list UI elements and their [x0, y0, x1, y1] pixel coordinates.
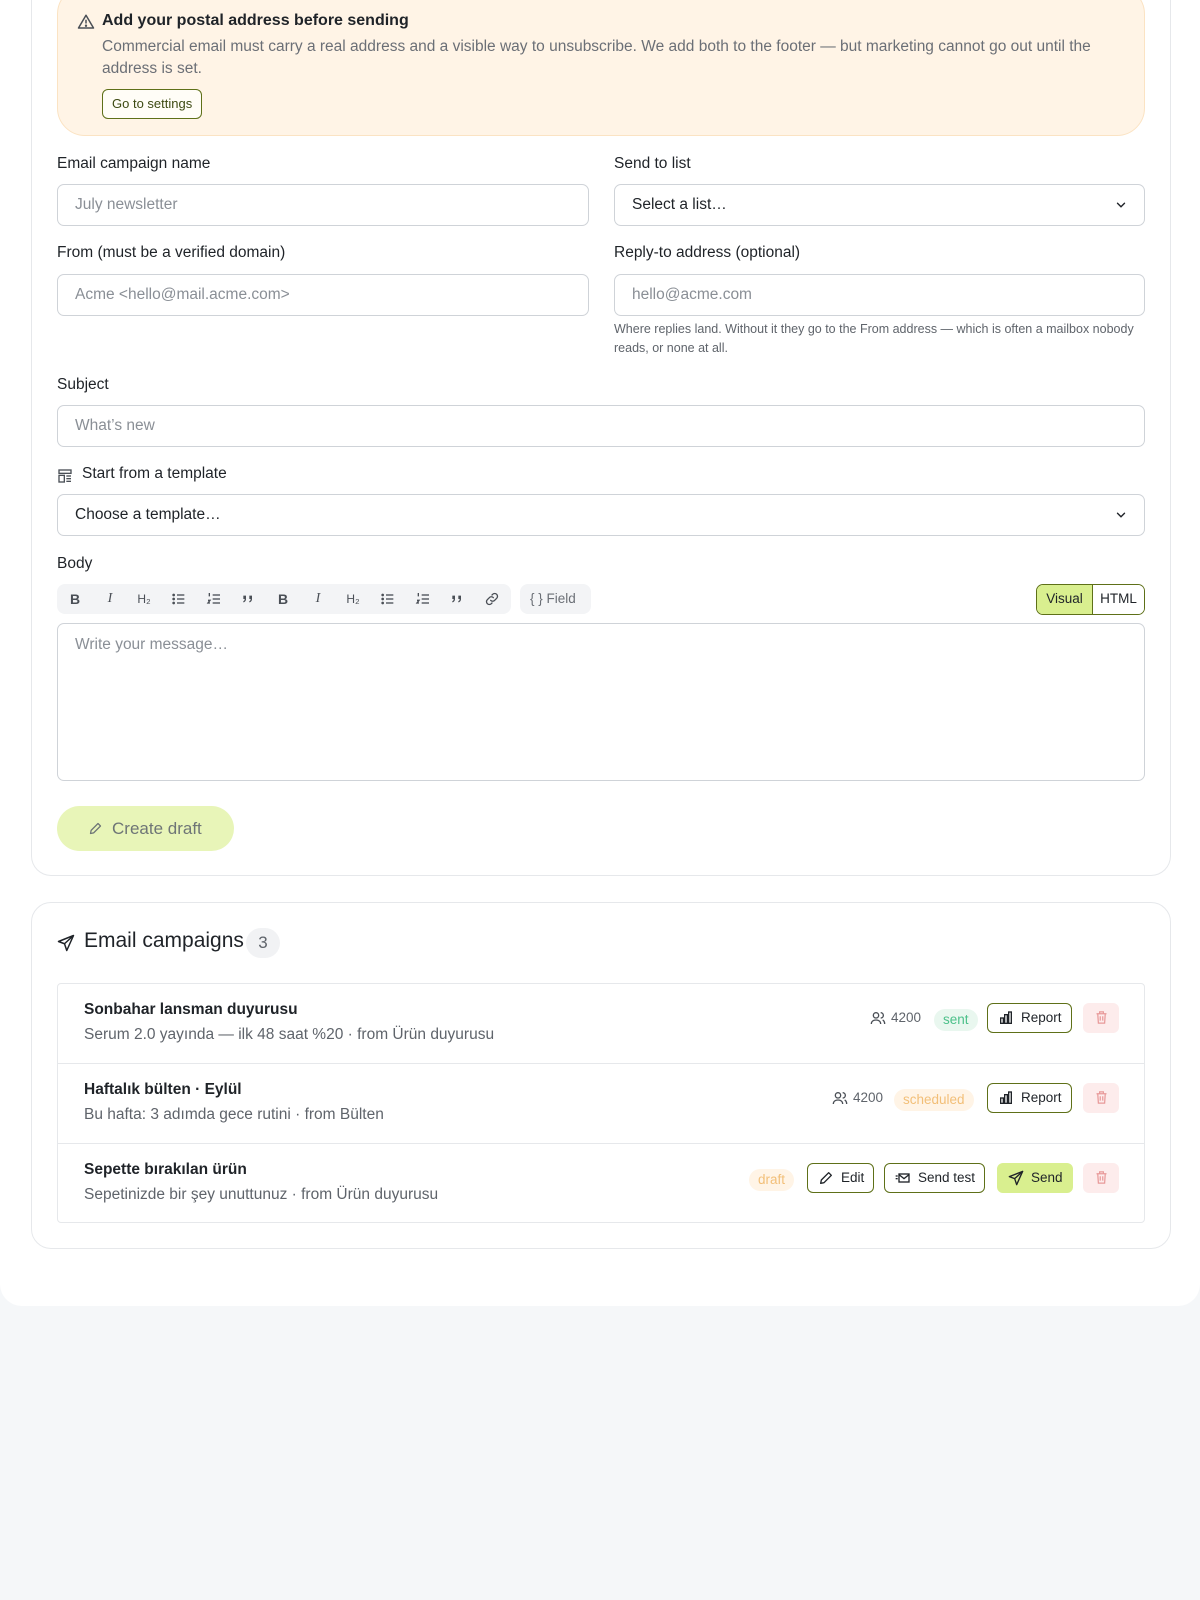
- users-icon: [832, 1092, 848, 1105]
- send-to-list-value: Select a list…: [632, 196, 727, 213]
- reply-to-label: Reply-to address (optional): [614, 244, 801, 261]
- italic-icon[interactable]: I: [310, 591, 326, 607]
- status-badge: scheduled: [894, 1089, 974, 1111]
- subject-label: Subject: [57, 376, 109, 393]
- campaign-subtitle: Serum 2.0 yayında — ilk 48 saat %20 · fr…: [84, 1026, 495, 1043]
- edit-button[interactable]: Edit: [807, 1163, 875, 1193]
- pencil-icon: [820, 1172, 832, 1184]
- template-select[interactable]: Choose a template…: [57, 494, 1145, 536]
- from-input[interactable]: Acme <hello@mail.acme.com>: [57, 274, 589, 316]
- send-button[interactable]: Send: [997, 1163, 1073, 1193]
- test-mail-icon: [895, 1173, 910, 1183]
- go-to-settings-button[interactable]: Go to settings: [102, 89, 203, 119]
- warning-title: Add your postal address before sending: [102, 12, 409, 29]
- from-label: From (must be a verified domain): [57, 244, 286, 261]
- italic-icon[interactable]: I: [102, 591, 118, 607]
- heading-icon[interactable]: H₂: [136, 591, 152, 607]
- send-icon: [1008, 1170, 1024, 1186]
- subject-input[interactable]: What’s new: [57, 405, 1145, 447]
- report-button[interactable]: Report: [987, 1083, 1072, 1113]
- create-draft-label: Create draft: [112, 819, 202, 838]
- bold-icon[interactable]: B: [275, 591, 291, 607]
- campaign-row[interactable]: Sonbahar lansman duyurusu Serum 2.0 yayı…: [58, 984, 1144, 1064]
- send-icon: [57, 934, 75, 952]
- campaign-subtitle: Bu hafta: 3 adımda gece rutini · from Bü…: [84, 1106, 384, 1123]
- chevron-down-icon: [1116, 512, 1126, 518]
- chevron-down-icon: [1116, 202, 1126, 208]
- template-icon: [58, 469, 72, 483]
- trash-icon: [1096, 1011, 1107, 1024]
- reply-to-help: Where replies land. Without it they go t…: [614, 322, 1134, 355]
- send-to-list-select[interactable]: Select a list…: [614, 184, 1145, 226]
- bar-chart-icon: [1000, 1091, 1012, 1104]
- postal-address-warning: Add your postal address before sending C…: [57, 0, 1145, 136]
- campaign-row[interactable]: Haftalık bülten · Eylül Bu hafta: 3 adım…: [58, 1064, 1144, 1144]
- template-value: Choose a template…: [75, 506, 221, 523]
- warning-body: Commercial email must carry a real addre…: [102, 38, 1091, 77]
- campaign-title: Sonbahar lansman duyurusu: [84, 1001, 298, 1018]
- warning-triangle-icon: [77, 14, 95, 29]
- link-icon[interactable]: [484, 591, 500, 607]
- bold-icon[interactable]: B: [67, 591, 83, 607]
- bullet-list-icon[interactable]: [171, 591, 187, 607]
- bullet-list-icon[interactable]: [380, 591, 396, 607]
- pencil-icon: [89, 822, 102, 835]
- numbered-list-icon[interactable]: [206, 591, 222, 607]
- status-badge: draft: [749, 1169, 795, 1191]
- report-button[interactable]: Report: [987, 1003, 1072, 1033]
- html-mode-button[interactable]: HTML: [1092, 585, 1144, 614]
- campaign-count-badge: 3: [246, 928, 280, 958]
- send-test-button[interactable]: Send test: [884, 1163, 986, 1193]
- insert-field-button[interactable]: { } Field: [520, 584, 591, 614]
- trash-icon: [1096, 1171, 1107, 1184]
- quote-icon[interactable]: [240, 591, 256, 607]
- editor-mode-toggle: Visual HTML: [1036, 584, 1145, 615]
- campaign-subtitle: Sepetinizde bir şey unuttunuz · from Ürü…: [84, 1186, 439, 1203]
- email-campaigns-title: Email campaigns: [84, 929, 244, 952]
- heading-icon[interactable]: H₂: [345, 591, 361, 607]
- campaign-list: Sonbahar lansman duyurusu Serum 2.0 yayı…: [57, 983, 1145, 1223]
- create-draft-button[interactable]: Create draft: [57, 806, 234, 851]
- numbered-list-icon[interactable]: [415, 591, 431, 607]
- campaign-name-input[interactable]: July newsletter: [57, 184, 589, 226]
- delete-button[interactable]: [1083, 1083, 1119, 1113]
- trash-icon: [1096, 1091, 1107, 1104]
- campaign-title: Haftalık bülten · Eylül: [84, 1081, 242, 1098]
- status-badge: sent: [934, 1009, 978, 1031]
- bar-chart-icon: [1000, 1011, 1012, 1024]
- reply-to-input[interactable]: hello@acme.com: [614, 274, 1145, 316]
- campaign-row[interactable]: Sepette bırakılan ürün Sepetinizde bir ş…: [58, 1144, 1144, 1224]
- quote-icon[interactable]: [449, 591, 465, 607]
- editor-toolbar: B I H₂ B I H₂: [57, 584, 511, 614]
- delete-button[interactable]: [1083, 1163, 1119, 1193]
- campaign-title: Sepette bırakılan ürün: [84, 1161, 247, 1178]
- send-to-list-label: Send to list: [614, 155, 691, 172]
- body-label: Body: [57, 555, 93, 572]
- visual-mode-button[interactable]: Visual: [1037, 585, 1092, 614]
- template-label: Start from a template: [82, 465, 227, 482]
- users-icon: [870, 1012, 886, 1025]
- campaign-name-label: Email campaign name: [57, 155, 211, 172]
- delete-button[interactable]: [1083, 1003, 1119, 1033]
- body-editor[interactable]: Write your message…: [57, 623, 1145, 781]
